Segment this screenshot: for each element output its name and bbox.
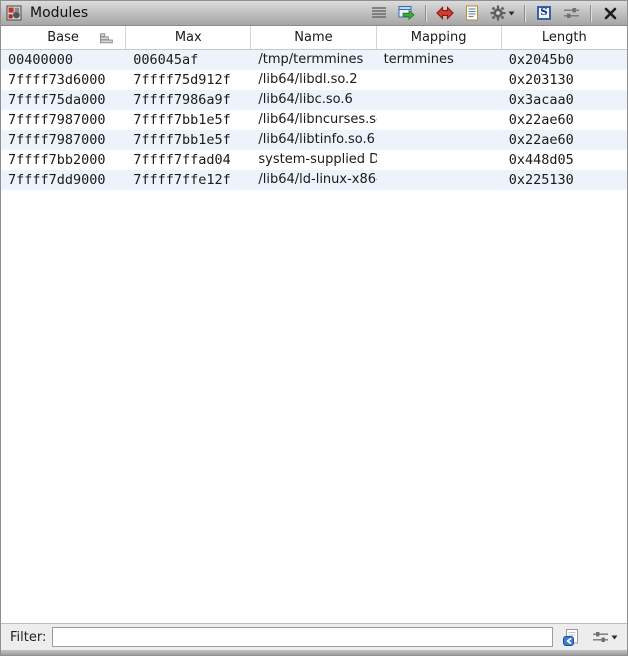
column-header-max[interactable]: Max [126, 26, 251, 49]
column-header-label: Mapping [411, 30, 467, 45]
sort-ascending-icon [100, 33, 113, 44]
cell-base: 7ffff7987000 [1, 130, 126, 150]
window-select-icon [398, 5, 415, 21]
cell-max: 7ffff7ffad04 [126, 150, 251, 170]
table-row[interactable]: 00400000006045af/tmp/termminestermmines0… [1, 50, 627, 70]
cell-max: 006045af [126, 50, 251, 70]
cell-base: 7ffff7dd9000 [1, 170, 126, 190]
cell-base: 7ffff7bb2000 [1, 150, 126, 170]
cell-base: 7ffff73d6000 [1, 70, 126, 90]
cell-length: 0x22ae60 [502, 130, 627, 150]
toolbar-separator [590, 5, 591, 22]
toolbar: S [367, 2, 622, 24]
window-resize-edge[interactable] [1, 650, 627, 655]
cell-length: 0x2045b0 [502, 50, 627, 70]
table-row[interactable]: 7ffff7bb20007ffff7ffad04system-supplied … [1, 150, 627, 170]
table-row[interactable]: 7ffff75da0007ffff7986a9f/lib64/libc.so.6… [1, 90, 627, 110]
toolbar-separator [524, 5, 525, 22]
table-empty-area [1, 190, 627, 623]
table-row[interactable]: 7ffff79870007ffff7bb1e5f/lib64/libncurse… [1, 110, 627, 130]
cell-name: /lib64/libtinfo.so.6 [251, 130, 376, 150]
cell-length: 0x3acaa0 [502, 90, 627, 110]
cell-mapping [377, 90, 502, 110]
cell-mapping: termmines [377, 50, 502, 70]
filter-bar: Filter: [1, 623, 627, 650]
auto-map-button[interactable] [487, 2, 517, 24]
import-module-button[interactable] [460, 2, 484, 24]
column-header-label: Base [47, 30, 79, 45]
cell-max: 7ffff7bb1e5f [126, 130, 251, 150]
cell-mapping [377, 130, 502, 150]
table-row[interactable]: 7ffff73d60007ffff75d912f/lib64/libdl.so.… [1, 70, 627, 90]
table-row[interactable]: 7ffff7dd90007ffff7ffe12f/lib64/ld-linux-… [1, 170, 627, 190]
filter-input[interactable] [52, 627, 553, 647]
cell-mapping [377, 170, 502, 190]
column-header-label: Length [542, 30, 587, 45]
titlebar[interactable]: Modules [1, 1, 627, 26]
show-sections-table-button[interactable] [367, 2, 391, 24]
cell-max: 7ffff7986a9f [126, 90, 251, 110]
gear-icon [490, 5, 506, 21]
cell-length: 0x448d05 [502, 150, 627, 170]
cell-base: 00400000 [1, 50, 126, 70]
panel-menu-button[interactable] [559, 2, 583, 24]
cell-mapping [377, 110, 502, 130]
column-header-label: Max [175, 30, 202, 45]
map-module-button[interactable] [433, 2, 457, 24]
sliders-icon [592, 630, 609, 644]
toolbar-separator [425, 5, 426, 22]
close-icon [604, 7, 617, 20]
table-row[interactable]: 7ffff79870007ffff7bb1e5f/lib64/libtinfo.… [1, 130, 627, 150]
cell-name: /lib64/libncurses.so [251, 110, 376, 130]
table-header: Base Max Name Mapping Length [1, 26, 627, 50]
cell-length: 0x203130 [502, 70, 627, 90]
sliders-icon [563, 6, 580, 20]
sync-static-listing-button[interactable]: S [532, 2, 556, 24]
cell-length: 0x22ae60 [502, 110, 627, 130]
table-body: 00400000006045af/tmp/termminestermmines0… [1, 50, 627, 190]
filter-options-button[interactable] [589, 626, 621, 648]
cell-name: /lib64/libdl.so.2 [251, 70, 376, 90]
column-header-label: Name [294, 30, 332, 45]
cell-name: /lib64/libc.so.6 [251, 90, 376, 110]
modules-window: Modules [0, 0, 628, 656]
cell-base: 7ffff7987000 [1, 110, 126, 130]
column-header-length[interactable]: Length [502, 26, 627, 49]
cell-base: 7ffff75da000 [1, 90, 126, 110]
s-icon: S [537, 6, 551, 20]
cell-max: 7ffff7bb1e5f [126, 110, 251, 130]
caret-down-icon [611, 635, 618, 640]
list-icon [371, 6, 387, 20]
window-title: Modules [30, 5, 88, 21]
close-button[interactable] [598, 2, 622, 24]
clear-filter-icon [562, 628, 581, 647]
column-header-mapping[interactable]: Mapping [377, 26, 502, 49]
column-header-name[interactable]: Name [251, 26, 376, 49]
cell-max: 7ffff7ffe12f [126, 170, 251, 190]
caret-down-icon [508, 11, 515, 16]
column-header-base[interactable]: Base [1, 26, 126, 49]
cell-name: /lib64/ld-linux-x86-6 [251, 170, 376, 190]
document-icon [465, 5, 479, 21]
modules-icon [6, 5, 22, 21]
select-addresses-button[interactable] [394, 2, 418, 24]
red-double-arrow-icon [436, 6, 454, 20]
cell-length: 0x225130 [502, 170, 627, 190]
cell-name: system-supplied DS [251, 150, 376, 170]
cell-name: /tmp/termmines [251, 50, 376, 70]
cell-mapping [377, 70, 502, 90]
filter-label: Filter: [10, 630, 46, 645]
clear-filter-button[interactable] [559, 626, 583, 648]
cell-max: 7ffff75d912f [126, 70, 251, 90]
cell-mapping [377, 150, 502, 170]
